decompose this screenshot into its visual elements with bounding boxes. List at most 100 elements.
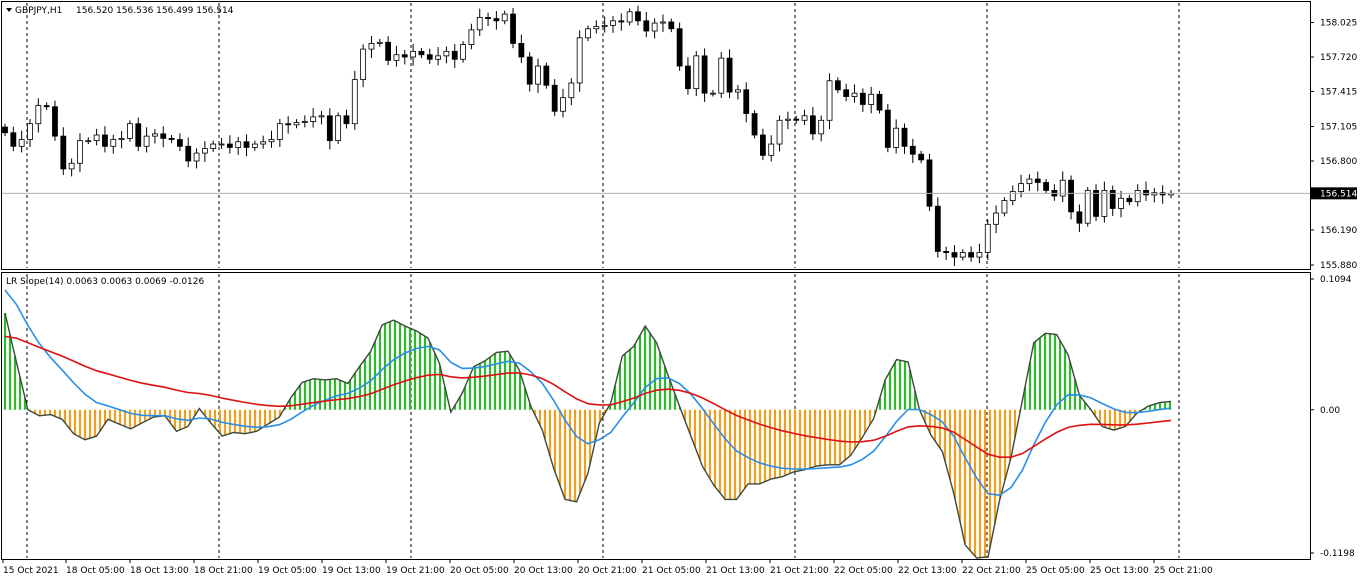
candle-body xyxy=(1034,178,1041,183)
candle-body xyxy=(2,126,8,134)
x-tick-label: 20 Oct 05:00 xyxy=(450,566,509,576)
candle-body xyxy=(610,20,616,26)
candle-body xyxy=(168,137,175,140)
candle-body xyxy=(401,54,408,58)
candle-body xyxy=(626,11,633,23)
candle-body xyxy=(568,82,575,99)
price-tick-label: 155.880 xyxy=(1320,261,1357,271)
candle-body xyxy=(1043,182,1049,191)
candle-body xyxy=(518,43,525,58)
candle-body xyxy=(10,132,17,147)
indicator-tick-label: 0.00 xyxy=(1320,406,1340,416)
candle-body xyxy=(176,139,183,147)
candle-body xyxy=(934,205,941,252)
candle-body xyxy=(310,116,317,122)
candle-body xyxy=(493,18,500,22)
candle-body xyxy=(551,84,558,112)
candle-body xyxy=(768,143,775,156)
candle-body xyxy=(268,139,275,143)
candle-body xyxy=(1118,197,1124,209)
symbol-title: GBPJPY,H1 xyxy=(15,6,62,16)
candle-body xyxy=(851,92,858,97)
candle-body xyxy=(909,145,916,155)
candle-body xyxy=(726,57,733,93)
candle-body xyxy=(426,54,433,60)
candle-body xyxy=(68,162,75,170)
candle-body xyxy=(876,93,883,111)
candle-body xyxy=(1001,200,1008,214)
x-tick-label: 25 Oct 05:00 xyxy=(1026,566,1085,576)
candle-body xyxy=(901,127,908,147)
candle-body xyxy=(293,122,300,126)
candle-body xyxy=(710,92,716,95)
candle-body xyxy=(693,55,700,90)
candle-body xyxy=(85,140,92,143)
candle-body xyxy=(535,65,541,85)
x-tick-label: 18 Oct 21:00 xyxy=(194,566,253,576)
candle-body xyxy=(243,141,250,148)
candle-body xyxy=(859,92,866,105)
candle-body xyxy=(993,212,999,225)
candle-body xyxy=(543,65,550,86)
candle-body xyxy=(410,50,417,58)
candle-body xyxy=(351,79,358,125)
candle-body xyxy=(735,89,741,93)
candle-body xyxy=(318,115,325,118)
x-tick-label: 21 Oct 21:00 xyxy=(770,566,829,576)
candle-body xyxy=(868,93,875,105)
candle-body xyxy=(152,133,158,137)
candle-body xyxy=(235,141,242,148)
candle-body xyxy=(926,159,933,207)
candle-body xyxy=(826,80,833,121)
candle-body xyxy=(834,80,841,91)
candle-body xyxy=(301,121,308,123)
indicator-title: LR Slope(14) 0.0063 0.0063 0.0069 -0.012… xyxy=(6,277,205,287)
candle-body xyxy=(1093,189,1099,217)
candle-body xyxy=(968,252,975,258)
candle-body xyxy=(751,113,758,136)
candle-body xyxy=(526,56,533,85)
candle-body xyxy=(451,50,458,60)
candle-body xyxy=(460,44,466,60)
candle-body xyxy=(984,223,991,253)
price-tick-label: 156.190 xyxy=(1320,226,1357,236)
candle-body xyxy=(326,115,333,142)
x-tick-label: 15 Oct 2021 xyxy=(3,566,59,576)
candle-body xyxy=(510,13,516,44)
candle-body xyxy=(1126,197,1133,203)
candle-body xyxy=(1018,183,1024,192)
candle-body xyxy=(476,17,483,31)
indicator-tick-label: 0.1094 xyxy=(1320,275,1352,285)
candle-body xyxy=(651,22,658,32)
x-tick-label: 19 Oct 13:00 xyxy=(322,566,381,576)
candle-body xyxy=(360,48,367,81)
candle-body xyxy=(127,123,133,139)
candle-body xyxy=(793,118,800,121)
candle-body xyxy=(393,54,400,61)
candle-body xyxy=(676,28,683,67)
candle-body xyxy=(368,43,375,50)
price-tick-label: 158.025 xyxy=(1320,19,1357,29)
price-tick-label: 157.720 xyxy=(1320,53,1357,63)
candle-body xyxy=(468,29,475,45)
candle-body xyxy=(593,26,600,30)
candle-body xyxy=(635,11,641,22)
x-tick-label: 25 Oct 13:00 xyxy=(1090,566,1149,576)
candle-body xyxy=(251,143,258,148)
x-tick-label: 22 Oct 05:00 xyxy=(834,566,893,576)
candle-body xyxy=(1026,178,1033,185)
candle-body xyxy=(218,143,225,146)
candle-body xyxy=(385,41,392,61)
candle-body xyxy=(893,127,900,148)
candle-body xyxy=(884,109,891,148)
price-tick-label: 157.105 xyxy=(1320,123,1357,133)
candle-body xyxy=(685,65,691,90)
x-tick-label: 18 Oct 13:00 xyxy=(130,566,189,576)
candle-body xyxy=(718,57,725,94)
candle-body xyxy=(809,115,816,135)
candle-body xyxy=(776,119,783,145)
price-tick-label: 156.800 xyxy=(1320,157,1357,167)
candle-body xyxy=(43,105,50,108)
candle-body xyxy=(226,143,233,148)
chart-canvas: 158.025 157.720 157.415 157.105 156.800 156.1… xyxy=(0,0,1362,581)
